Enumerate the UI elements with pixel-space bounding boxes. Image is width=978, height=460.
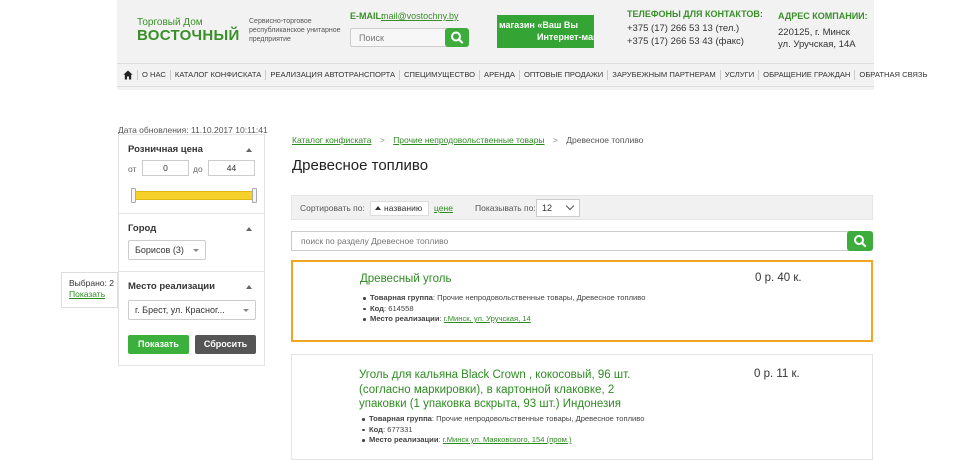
product-code: Код: 614558 bbox=[362, 304, 645, 315]
phones-label: ТЕЛЕФОНЫ ДЛЯ КОНТАКТОВ: bbox=[627, 9, 763, 19]
divider bbox=[119, 271, 264, 272]
product-card[interactable]: Уголь для кальяна Black Crown , кокосовы… bbox=[291, 354, 873, 460]
filter-panel: Розничная цена от 0 до 44 Город Борисов … bbox=[118, 134, 265, 366]
price-from-input[interactable]: 0 bbox=[142, 160, 189, 176]
product-title[interactable]: Уголь для кальяна Black Crown , кокосовы… bbox=[359, 368, 630, 412]
per-page-label: Показывать по: bbox=[475, 203, 536, 213]
address-line-1: 220125, г. Минск bbox=[778, 27, 850, 38]
nav-feedback[interactable]: ОБРАТНАЯ СВЯЗЬ bbox=[854, 70, 931, 80]
product-card[interactable]: Древесный уголь 0 р. 40 к. Товарная груп… bbox=[291, 260, 873, 342]
sort-ascending-icon bbox=[375, 206, 381, 210]
email-link[interactable]: mail@vostochny.by bbox=[381, 11, 459, 21]
breadcrumb-separator: > bbox=[379, 135, 385, 145]
product-price: 0 р. 40 к. bbox=[755, 272, 802, 284]
nav-catalog[interactable]: КАТАЛОГ КОНФИСКАТА bbox=[169, 70, 265, 80]
city-select[interactable]: Борисов (3) bbox=[128, 240, 206, 260]
address-line-2: ул. Уручская, 14А bbox=[778, 39, 856, 50]
main-nav: О НАС КАТАЛОГ КОНФИСКАТА РЕАЛИЗАЦИЯ АВТО… bbox=[117, 63, 927, 87]
nav-about[interactable]: О НАС bbox=[137, 70, 170, 80]
product-properties: Товарная группа: Прочие непродовольствен… bbox=[361, 414, 644, 446]
sort-by-price-link[interactable]: цене bbox=[434, 203, 453, 213]
product-place: Место реализации: г.Минск ул. Маяковског… bbox=[361, 435, 644, 446]
nav-citizens-appeal[interactable]: ОБРАЩЕНИЕ ГРАЖДАН bbox=[758, 70, 854, 80]
collapse-arrow-icon[interactable] bbox=[246, 148, 252, 152]
per-page-value: 12 bbox=[542, 203, 553, 213]
online-shop-banner[interactable]: магазин «Ваш Вы Интернет-маг bbox=[497, 15, 594, 48]
place-select[interactable]: г. Брест, ул. Красног... bbox=[128, 300, 256, 320]
nav-rent[interactable]: АРЕНДА bbox=[479, 70, 519, 80]
price-slider-track[interactable] bbox=[133, 191, 255, 200]
breadcrumb-current: Древесное топливо bbox=[566, 135, 644, 145]
product-code: Код: 677331 bbox=[361, 425, 644, 436]
popup-show-link[interactable]: Показать bbox=[69, 289, 117, 300]
nav-wholesale[interactable]: ОПТОВЫЕ ПРОДАЖИ bbox=[518, 70, 607, 80]
logo-main-text[interactable]: ВОСТОЧНЫЙ bbox=[137, 27, 240, 44]
nav-foreign-partners[interactable]: ЗАРУБЕЖНЫМ ПАРТНЕРАМ bbox=[607, 70, 719, 80]
product-properties: Товарная группа: Прочие непродовольствен… bbox=[362, 293, 645, 325]
section-search-button[interactable] bbox=[847, 231, 873, 251]
address-label: АДРЕС КОМПАНИИ: bbox=[778, 11, 868, 21]
product-place-link[interactable]: г.Минск ул. Маяковского, 154 (пром.) bbox=[443, 435, 572, 444]
nav-special[interactable]: СПЕЦИМУЩЕСТВО bbox=[399, 70, 479, 80]
collapse-arrow-icon[interactable] bbox=[246, 285, 252, 289]
price-to-label: до bbox=[193, 164, 203, 174]
phone-2: +375 (17) 266 53 43 (факс) bbox=[627, 36, 744, 47]
section-search-box[interactable] bbox=[291, 231, 850, 251]
price-filter-title[interactable]: Розничная цена bbox=[128, 144, 203, 155]
city-filter-title[interactable]: Город bbox=[128, 223, 156, 234]
breadcrumb: Каталог конфиската > Прочие непродовольс… bbox=[292, 135, 643, 145]
per-page-select[interactable]: 12 bbox=[536, 199, 580, 217]
place-select-value: г. Брест, ул. Красног... bbox=[135, 305, 225, 315]
divider bbox=[119, 213, 264, 214]
product-title[interactable]: Древесный уголь bbox=[360, 272, 451, 287]
page-title: Древесное топливо bbox=[292, 157, 429, 174]
filter-result-popup: Выбрано: 2 Показать bbox=[61, 272, 118, 308]
section-search-input[interactable] bbox=[292, 232, 849, 250]
sort-label: Сортировать по: bbox=[300, 203, 365, 213]
home-link[interactable] bbox=[123, 68, 133, 82]
site-search-button[interactable] bbox=[445, 28, 469, 47]
filter-reset-button[interactable]: Сбросить bbox=[195, 335, 256, 354]
filter-show-button[interactable]: Показать bbox=[128, 335, 189, 354]
breadcrumb-separator: > bbox=[552, 135, 558, 145]
chevron-down-icon bbox=[565, 201, 575, 211]
breadcrumb-catalog[interactable]: Каталог конфиската bbox=[292, 135, 371, 145]
nav-vehicles[interactable]: РЕАЛИЗАЦИЯ АВТОТРАНСПОРТА bbox=[265, 70, 399, 80]
collapse-arrow-icon[interactable] bbox=[246, 227, 252, 231]
product-price: 0 р. 11 к. bbox=[754, 368, 800, 380]
product-group: Товарная группа: Прочие непродовольствен… bbox=[361, 414, 644, 425]
dropdown-arrow-icon bbox=[243, 309, 249, 312]
sort-by-name-button[interactable]: названию bbox=[370, 201, 430, 216]
sort-toolbar: Сортировать по: названию цене Показывать… bbox=[291, 195, 873, 220]
nav-services[interactable]: УСЛУГИ bbox=[719, 70, 758, 80]
home-icon bbox=[123, 70, 133, 80]
price-slider-handle-to[interactable] bbox=[252, 188, 257, 203]
price-slider-handle-from[interactable] bbox=[131, 188, 136, 203]
breadcrumb-other-goods[interactable]: Прочие непродовольственные товары bbox=[393, 135, 544, 145]
banner-line-1: магазин «Ваш Вы bbox=[499, 20, 579, 30]
popup-selected-count: Выбрано: 2 bbox=[69, 278, 114, 288]
search-icon bbox=[854, 235, 867, 248]
price-to-input[interactable]: 44 bbox=[208, 160, 255, 176]
phone-1: +375 (17) 266 53 13 (тел.) bbox=[627, 23, 740, 34]
search-icon bbox=[451, 31, 464, 44]
product-place: Место реализации: г.Минск, ул. Уручская,… bbox=[362, 314, 645, 325]
sort-by-name-label: названию bbox=[384, 203, 423, 213]
email-label: E-MAIL: bbox=[350, 11, 384, 21]
product-group: Товарная группа: Прочие непродовольствен… bbox=[362, 293, 645, 304]
dropdown-arrow-icon bbox=[193, 249, 199, 252]
city-select-value: Борисов (3) bbox=[135, 245, 184, 255]
banner-line-2: Интернет-маг bbox=[537, 32, 594, 42]
place-filter-title[interactable]: Место реализации bbox=[128, 281, 215, 292]
price-from-label: от bbox=[128, 164, 137, 174]
logo-description: Сервисно-торговое республиканское унитар… bbox=[249, 18, 341, 43]
product-place-link[interactable]: г.Минск, ул. Уручская, 14 bbox=[444, 314, 531, 323]
